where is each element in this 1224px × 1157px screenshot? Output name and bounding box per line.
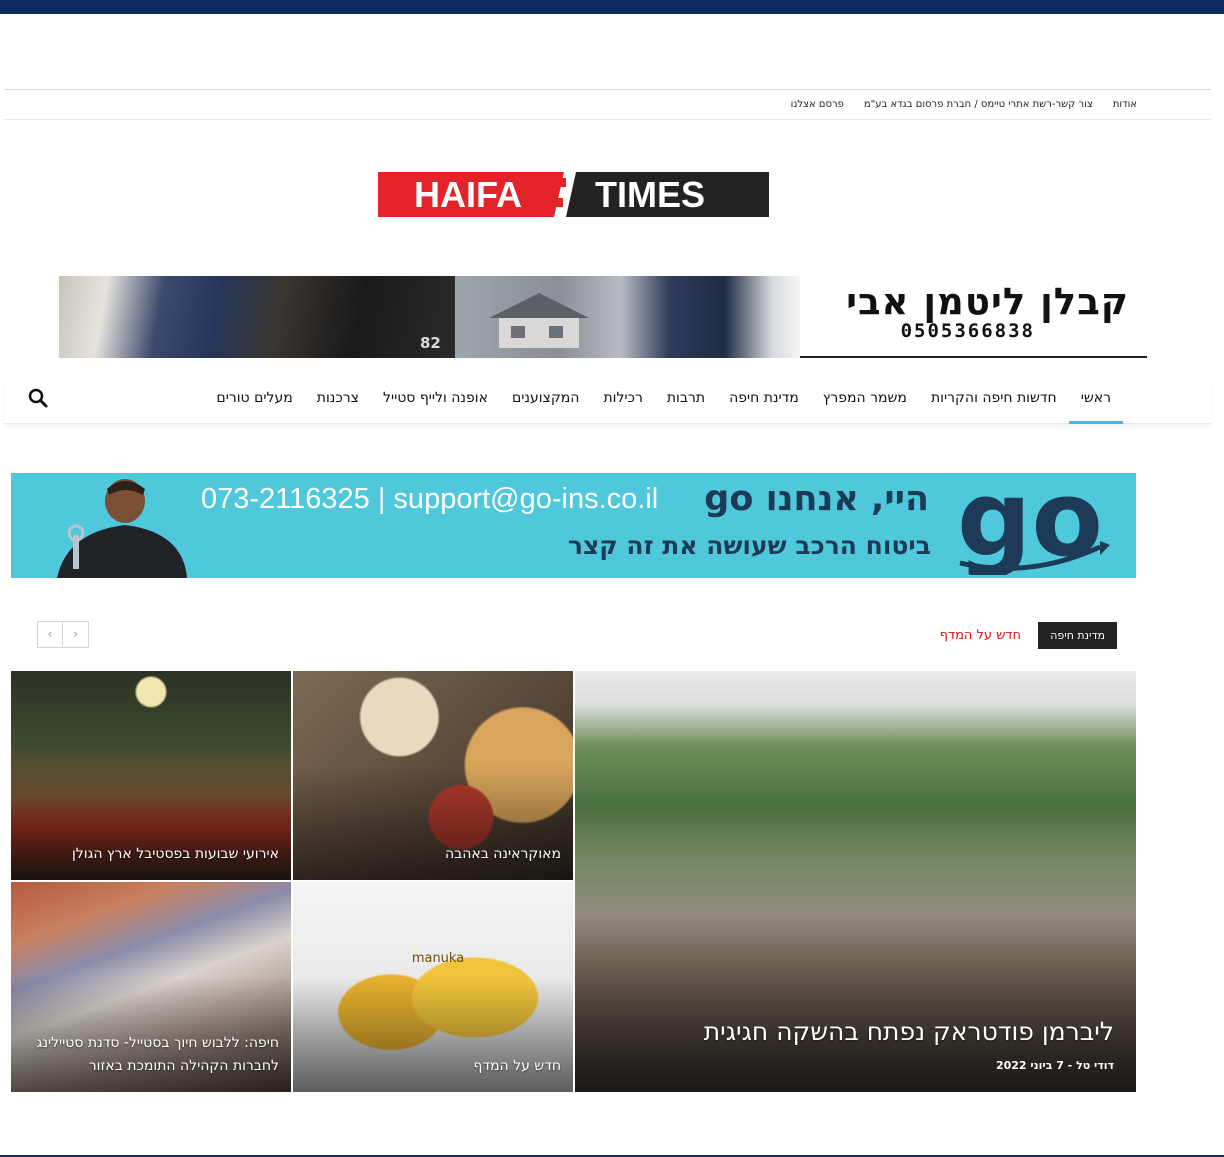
subcategory-link[interactable]: חדש על המדף: [940, 622, 1021, 649]
featured-article-title[interactable]: ליברמן פודטראק נפתח בהשקה חגיגית: [587, 1016, 1114, 1048]
search-icon[interactable]: [26, 386, 52, 412]
logo-text-haifa: HAIFA: [414, 174, 522, 215]
article-title-styling[interactable]: חיפה: ללבוש חיוך בסטייל- סדנת סטיילינג ל…: [23, 1032, 279, 1078]
featured-article-meta: דודי טל - 7 ביוני 2022: [995, 1059, 1114, 1072]
banner-photo-tag: 82: [420, 334, 441, 352]
nav-item-haifa-state[interactable]: מדינת חיפה: [717, 378, 811, 424]
nav-item-haifa-news[interactable]: חדשות חיפה והקריות: [919, 378, 1069, 424]
article-tile-styling[interactable]: חיפה: ללבוש חיוך בסטייל- סדנת סטיילינג ל…: [11, 882, 291, 1092]
nav-item-culture[interactable]: תרבות: [655, 378, 717, 424]
insurance-contact: 073-2116325 | support@go-ins.co.il: [201, 483, 659, 515]
nav-item-columns[interactable]: מעלים טורים: [204, 378, 304, 424]
nav-item-fashion[interactable]: אופנה ולייף סטייל: [371, 378, 500, 424]
main-nav: ראשי חדשות חיפה והקריות משמר המפרץ מדינת…: [4, 378, 1211, 424]
article-title-food[interactable]: מאוקראינה באהבה: [305, 843, 561, 866]
article-date: 7 ביוני 2022: [995, 1059, 1064, 1072]
site-logo[interactable]: HAIFA TIMES: [378, 172, 769, 217]
top-link-about[interactable]: אודות: [1113, 99, 1137, 110]
featured-article[interactable]: ליברמן פודטראק נפתח בהשקה חגיגית דודי טל…: [575, 671, 1136, 1092]
nav-item-gossip[interactable]: רכילות: [591, 378, 654, 424]
banner-photo-worker: [59, 276, 455, 358]
nav-item-professionals[interactable]: המקצוענים: [500, 378, 592, 424]
product-brand-text: manuka: [412, 951, 464, 966]
nav-item-bay-guard[interactable]: משמר המפרץ: [811, 378, 919, 424]
banner-person-photo: [57, 479, 187, 578]
article-author[interactable]: דודי טל: [1076, 1059, 1114, 1072]
go-brand-logo: go: [957, 475, 1110, 575]
article-title-product[interactable]: חדש על המדף: [305, 1055, 561, 1078]
nav-items: ראשי חדשות חיפה והקריות משמר המפרץ מדינת…: [204, 378, 1124, 424]
article-tile-food[interactable]: מאוקראינה באהבה: [293, 671, 573, 880]
pager-next-button[interactable]: ›: [63, 621, 89, 648]
insurance-headline: היי, אנחנו go: [704, 479, 929, 519]
go-logo-text: go: [957, 475, 1103, 575]
logo-text-times: TIMES: [595, 174, 705, 215]
block-pager: ‹ ›: [37, 621, 89, 648]
pager-prev-button[interactable]: ‹: [37, 621, 63, 648]
article-tile-product[interactable]: manuka חדש על המדף: [293, 882, 573, 1092]
banner-underline: [800, 356, 1147, 358]
contractor-ad-banner[interactable]: 82 קבלן ליטמן אבי 0505366838: [59, 276, 1147, 358]
top-link-advertise[interactable]: פרסם אצלנו: [791, 99, 844, 110]
insurance-ad-banner[interactable]: 073-2116325 | support@go-ins.co.il היי, …: [11, 473, 1136, 578]
top-bar-links: אודות צור קשר-רשת אתרי טיימס / חברת פרסו…: [791, 99, 1137, 110]
nav-item-home[interactable]: ראשי: [1068, 378, 1124, 424]
nav-item-consumer[interactable]: צרכנות: [305, 378, 371, 424]
contractor-name: קבלן ליטמן אבי: [846, 280, 1129, 323]
insurance-tagline: ביטוח הרכב שעושה את זה קצר: [567, 531, 931, 560]
top-link-contact[interactable]: צור קשר-רשת אתרי טיימס / חברת פרסום בגדא…: [864, 99, 1093, 110]
section-header: מדינת חיפה חדש על המדף ‹ ›: [11, 621, 1136, 651]
top-accent-strip: [0, 0, 1224, 14]
top-bar: אודות צור קשר-רשת אתרי טיימס / חברת פרסו…: [4, 89, 1211, 120]
article-title-festival[interactable]: אירועי שבועות בפסטיבל ארץ הגולן: [23, 843, 279, 866]
product-brand-label: manuka: [412, 951, 464, 966]
contractor-phone: 0505366838: [900, 320, 1035, 342]
house-illustration: [489, 293, 589, 348]
category-tag[interactable]: מדינת חיפה: [1038, 622, 1117, 649]
article-tile-festival[interactable]: אירועי שבועות בפסטיבל ארץ הגולן: [11, 671, 291, 880]
